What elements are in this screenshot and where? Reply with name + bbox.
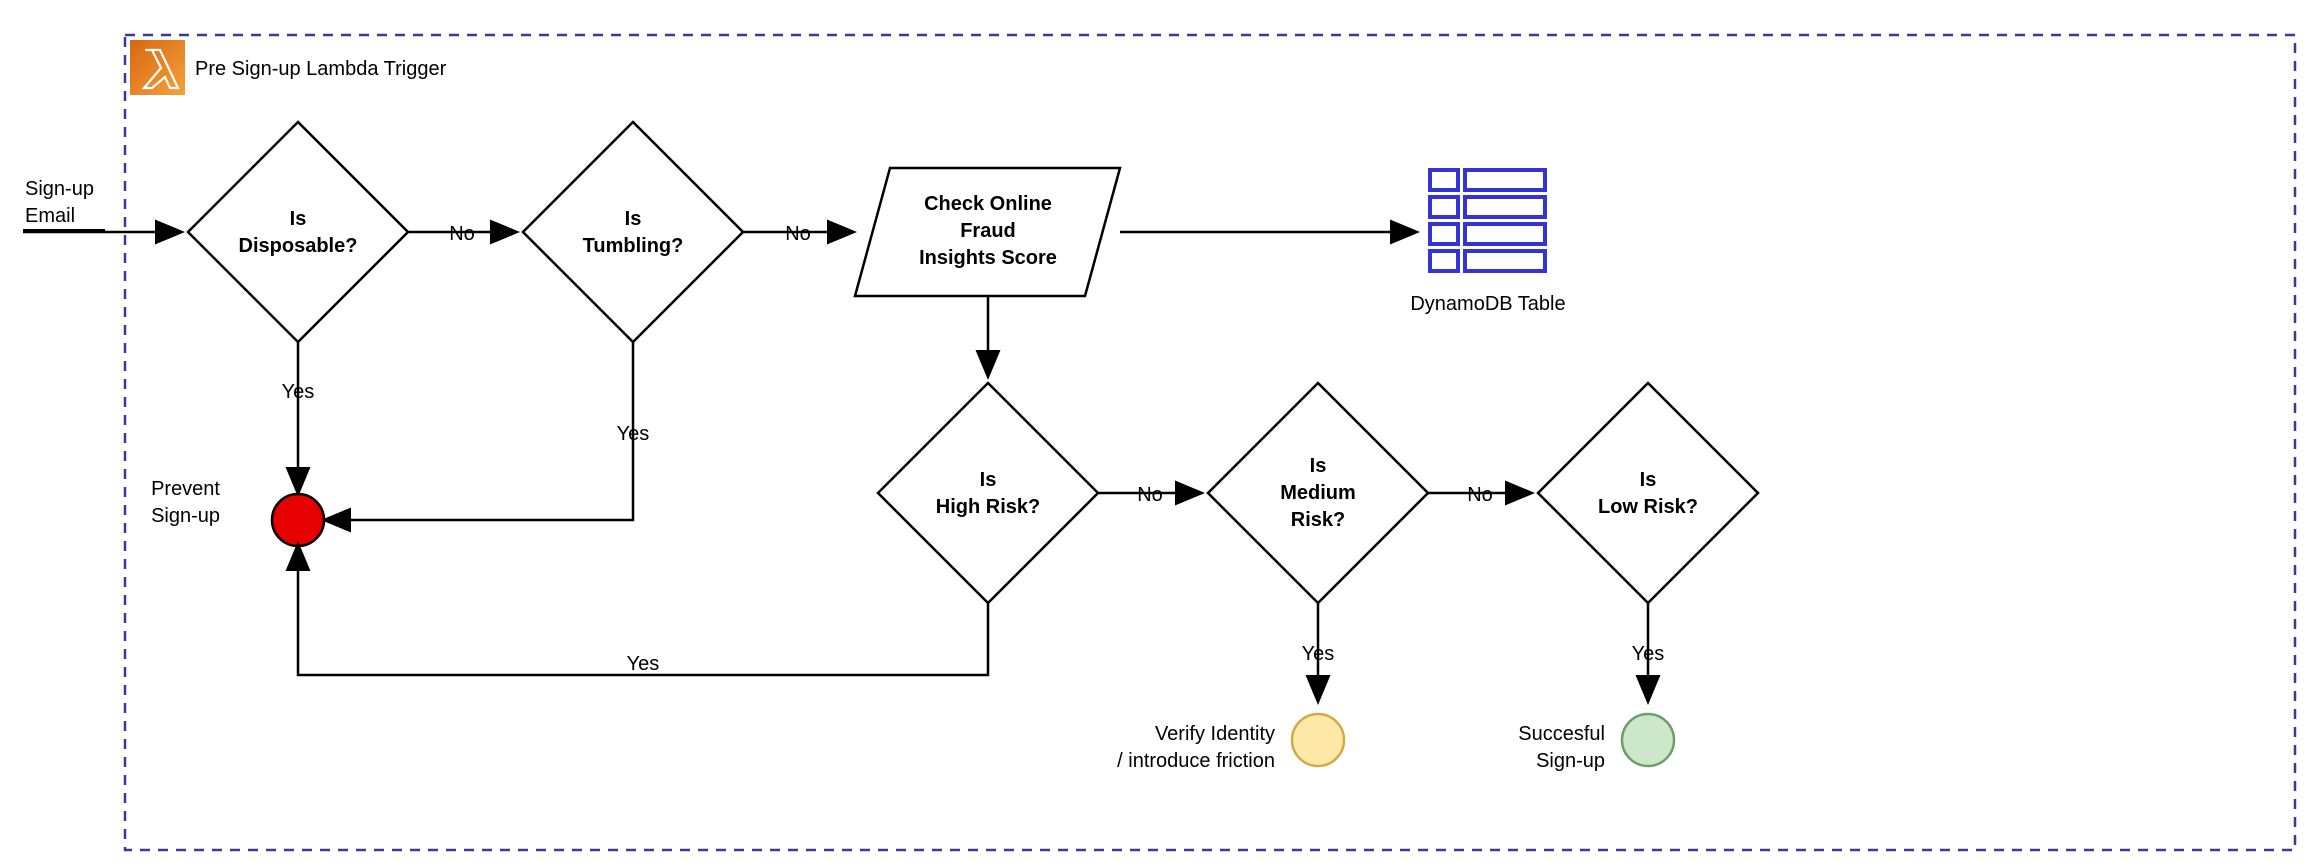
- svg-text:Is: Is: [1310, 455, 1327, 477]
- svg-text:Disposable?: Disposable?: [239, 235, 358, 257]
- input-label-line1: Sign-up: [25, 178, 94, 200]
- successful-signup-terminal: [1622, 714, 1674, 766]
- prevent-label-line2: Sign-up: [151, 505, 220, 527]
- svg-text:High Risk?: High Risk?: [936, 496, 1040, 518]
- dynamodb-label: DynamoDB Table: [1410, 293, 1565, 315]
- svg-text:Tumbling?: Tumbling?: [583, 235, 684, 257]
- svg-text:Risk?: Risk?: [1291, 509, 1345, 531]
- lambda-icon: [130, 40, 185, 95]
- label-tumbling-no: No: [785, 223, 811, 245]
- decision-high-risk: Is High Risk?: [878, 383, 1098, 603]
- label-tumbling-yes: Yes: [617, 423, 650, 445]
- svg-text:Check Online: Check Online: [924, 193, 1052, 215]
- process-check-fraud: Check Online Fraud Insights Score: [855, 168, 1120, 296]
- decision-low-risk: Is Low Risk?: [1538, 383, 1758, 603]
- label-disposable-no: No: [449, 223, 475, 245]
- success-label-line2: Sign-up: [1536, 750, 1605, 772]
- verify-label-line1: Verify Identity: [1155, 723, 1275, 745]
- prevent-signup-terminal: [272, 494, 324, 546]
- dynamodb-icon: [1430, 170, 1545, 271]
- success-label-line1: Succesful: [1518, 723, 1605, 745]
- flowchart-diagram: Pre Sign-up Lambda Trigger Sign-up Email…: [0, 0, 2316, 867]
- decision-medium-risk: Is Medium Risk?: [1208, 383, 1428, 603]
- verify-label-line2: / introduce friction: [1117, 750, 1275, 772]
- svg-text:Low Risk?: Low Risk?: [1598, 496, 1698, 518]
- label-disposable-yes: Yes: [282, 381, 315, 403]
- container-title: Pre Sign-up Lambda Trigger: [195, 58, 447, 80]
- svg-text:Is: Is: [980, 469, 997, 491]
- label-highrisk-yes: Yes: [627, 653, 660, 675]
- arrow-tumbling-yes: [326, 342, 633, 520]
- label-medium-yes: Yes: [1302, 643, 1335, 665]
- svg-text:Is: Is: [1640, 469, 1657, 491]
- svg-text:Insights Score: Insights Score: [919, 247, 1057, 269]
- svg-text:Is: Is: [290, 208, 307, 230]
- label-highrisk-no: No: [1137, 484, 1163, 506]
- svg-text:Fraud: Fraud: [960, 220, 1016, 242]
- decision-tumbling: Is Tumbling?: [523, 122, 743, 342]
- verify-identity-terminal: [1292, 714, 1344, 766]
- label-low-yes: Yes: [1632, 643, 1665, 665]
- svg-text:Medium: Medium: [1280, 482, 1356, 504]
- input-label-line2: Email: [25, 205, 75, 227]
- svg-text:Is: Is: [625, 208, 642, 230]
- prevent-label-line1: Prevent: [151, 478, 220, 500]
- label-medium-no: No: [1467, 484, 1493, 506]
- decision-disposable: Is Disposable?: [188, 122, 408, 342]
